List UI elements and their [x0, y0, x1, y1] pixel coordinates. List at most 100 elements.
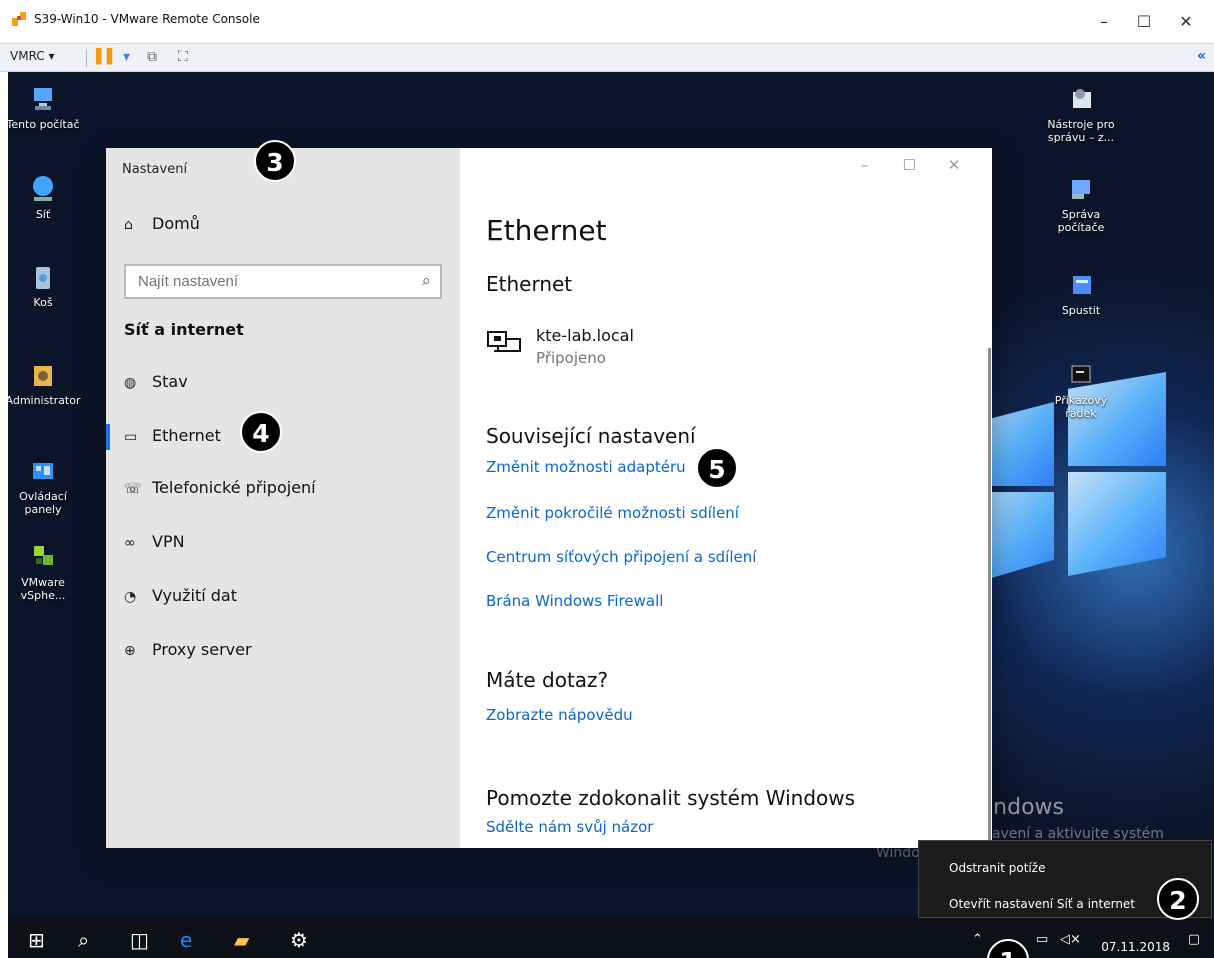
search-input[interactable] — [138, 273, 408, 290]
status-icon: ◍ — [124, 375, 137, 391]
settings-title: Nastavení — [122, 162, 188, 177]
advanced-sharing-link[interactable]: Změnit pokročilé možnosti sdílení — [486, 504, 739, 522]
desktop-icon-label: Příkazový řádek — [1054, 394, 1108, 421]
run-icon — [1073, 276, 1091, 294]
troubleshoot-menu-item[interactable]: Odstranit potíže — [949, 861, 1045, 875]
ethernet-adapter-icon — [487, 331, 521, 352]
page-title: Ethernet — [486, 214, 607, 247]
windows-firewall-link[interactable]: Brána Windows Firewall — [486, 592, 663, 610]
callout-marker-4: 4 — [240, 411, 282, 453]
user-folder-icon — [34, 366, 52, 386]
nav-item-proxy[interactable]: ⊕ Proxy server — [124, 640, 252, 664]
command-prompt-icon — [1071, 365, 1091, 383]
settings-window-controls: – ☐ ✕ — [844, 156, 974, 174]
control-panel-icon — [33, 463, 53, 479]
desktop-icon-label: Koš — [33, 296, 53, 309]
file-explorer-icon[interactable]: ▰ — [234, 928, 249, 952]
nav-item-data-usage[interactable]: ◔ Využití dat — [124, 586, 237, 610]
desktop-icon-network[interactable]: Síť — [8, 172, 86, 221]
nav-label: Využití dat — [152, 586, 238, 605]
settings-content-pane: – ☐ ✕ Ethernet Ethernet kte-lab.local Př… — [460, 148, 992, 860]
vmrc-menu-button[interactable]: VMRC ▾ — [10, 49, 55, 63]
desktop-icon-vmware-vsphere[interactable]: VMware vSphe... — [8, 540, 86, 602]
settings-close-button[interactable]: ✕ — [934, 156, 974, 174]
computer-management-icon — [1072, 180, 1090, 199]
network-center-link[interactable]: Centrum síťových připojení a sdílení — [486, 548, 756, 566]
desktop-icon-label: Administrator — [8, 394, 81, 407]
admin-tools-icon — [1073, 89, 1091, 108]
nav-item-dialup[interactable]: ☏ Telefonické připojení — [124, 478, 316, 502]
nav-item-status[interactable]: ◍ Stav — [124, 372, 188, 396]
desktop-icon-admin-tools[interactable]: Nástroje pro správu – z... — [1038, 82, 1124, 144]
tray-chevron-icon[interactable]: ⌃ — [972, 932, 983, 947]
desktop-icon-label: Spustit — [1061, 304, 1101, 317]
action-center-icon[interactable]: ▢ — [1188, 932, 1200, 947]
edge-icon[interactable]: e — [180, 928, 192, 952]
callout-marker-2: 2 — [1157, 878, 1199, 920]
adapter-status: Připojeno — [536, 349, 606, 367]
search-icon: ⌕ — [421, 271, 431, 291]
pause-icon[interactable]: ▌▌ — [96, 49, 118, 65]
dropdown-icon[interactable]: ▾ — [123, 49, 130, 65]
tray-date[interactable]: 07.11.2018 — [1101, 940, 1170, 954]
desktop-icon-run[interactable]: Spustit — [1038, 268, 1124, 317]
vmware-vsphere-icon — [34, 546, 53, 565]
help-link[interactable]: Zobrazte nápovědu — [486, 706, 633, 724]
selected-nav-indicator — [106, 424, 110, 450]
desktop-icon-label: Správa počítače — [1057, 208, 1105, 235]
settings-icon[interactable]: ⚙ — [290, 928, 308, 952]
start-icon[interactable]: ⊞ — [28, 928, 45, 952]
windows-desktop: Tento počítač Síť Koš Administrator Ovlá… — [8, 72, 1214, 958]
taskbar: ⊞ ⌕ ◫ e ▰ ⚙ ⌃ ▭ ◁× 07.11.2018 ▢ — [8, 918, 1214, 958]
desktop-icon-label: VMware vSphe... — [20, 576, 66, 603]
desktop-icon-computer-management[interactable]: Správa počítače — [1038, 172, 1124, 234]
vertical-scrollbar[interactable] — [988, 348, 991, 860]
globe-icon: ⊕ — [124, 643, 136, 659]
nav-item-vpn[interactable]: ∞ VPN — [124, 532, 185, 556]
window-title: S39-Win10 - VMware Remote Console — [34, 12, 260, 26]
desktop-icon-recycle-bin[interactable]: Koš — [8, 260, 86, 309]
desktop-icon-command-prompt[interactable]: Příkazový řádek — [1038, 358, 1124, 420]
nav-item-ethernet[interactable]: ▭ Ethernet — [124, 426, 221, 450]
vpn-icon: ∞ — [124, 535, 136, 551]
desktop-icon-administrator[interactable]: Administrator — [8, 358, 86, 407]
settings-navigation-pane: Nastavení ⌂ Domů ⌕ Síť a internet ◍ Stav ▭… — [106, 148, 460, 848]
vmrc-title-bar: S39-Win10 - VMware Remote Console – ☐ ✕ — [0, 0, 1214, 44]
question-title: Máte dotaz? — [486, 668, 609, 692]
volume-muted-icon[interactable]: ◁× — [1060, 932, 1081, 947]
vmrc-toolbar: VMRC ▾ ▌▌ ▾ ⧉ ⛶ « — [0, 44, 1214, 72]
task-view-icon[interactable]: ◫ — [130, 928, 149, 952]
settings-window: Nastavení ⌂ Domů ⌕ Síť a internet ◍ Stav ▭… — [106, 148, 992, 860]
ethernet-subtitle: Ethernet — [486, 272, 573, 296]
desktop-icon-control-panel[interactable]: Ovládací panely — [8, 454, 86, 516]
callout-marker-3: 3 — [254, 140, 296, 182]
toolbar-separator — [86, 49, 87, 67]
close-button[interactable]: ✕ — [1168, 8, 1204, 36]
desktop-icon-label: Síť — [35, 208, 51, 221]
desktop-icon-label: Ovládací panely — [19, 490, 67, 517]
devices-icon[interactable]: ⧉ — [147, 49, 157, 65]
collapse-toolbar-button[interactable]: « — [1197, 48, 1206, 64]
home-nav-item[interactable]: ⌂ Domů — [124, 214, 200, 233]
desktop-icon-this-pc[interactable]: Tento počítač — [8, 82, 86, 131]
desktop-icon-label: Tento počítač — [8, 118, 80, 131]
settings-minimize-button[interactable]: – — [844, 156, 884, 174]
dialup-icon: ☏ — [124, 481, 142, 497]
network-icon — [33, 176, 53, 201]
nav-label: VPN — [152, 532, 185, 551]
feedback-link[interactable]: Sdělte nám svůj názor — [486, 818, 653, 836]
ethernet-icon: ▭ — [124, 429, 138, 445]
minimize-button[interactable]: – — [1086, 8, 1122, 36]
settings-search[interactable]: ⌕ — [124, 264, 442, 299]
settings-maximize-button[interactable]: ☐ — [889, 156, 929, 174]
network-tray-icon[interactable]: ▭ — [1036, 932, 1048, 947]
fullscreen-icon[interactable]: ⛶ — [178, 49, 188, 65]
data-usage-icon: ◔ — [124, 589, 137, 605]
adapter-name[interactable]: kte-lab.local — [536, 326, 634, 345]
change-adapter-options-link[interactable]: Změnit možnosti adaptéru — [486, 458, 686, 476]
open-network-settings-menu-item[interactable]: Otevřít nastavení Síť a internet — [949, 897, 1135, 911]
nav-label: Telefonické připojení — [152, 478, 316, 497]
callout-marker-5: 5 — [696, 447, 738, 489]
search-icon[interactable]: ⌕ — [78, 928, 89, 952]
maximize-button[interactable]: ☐ — [1126, 8, 1162, 36]
